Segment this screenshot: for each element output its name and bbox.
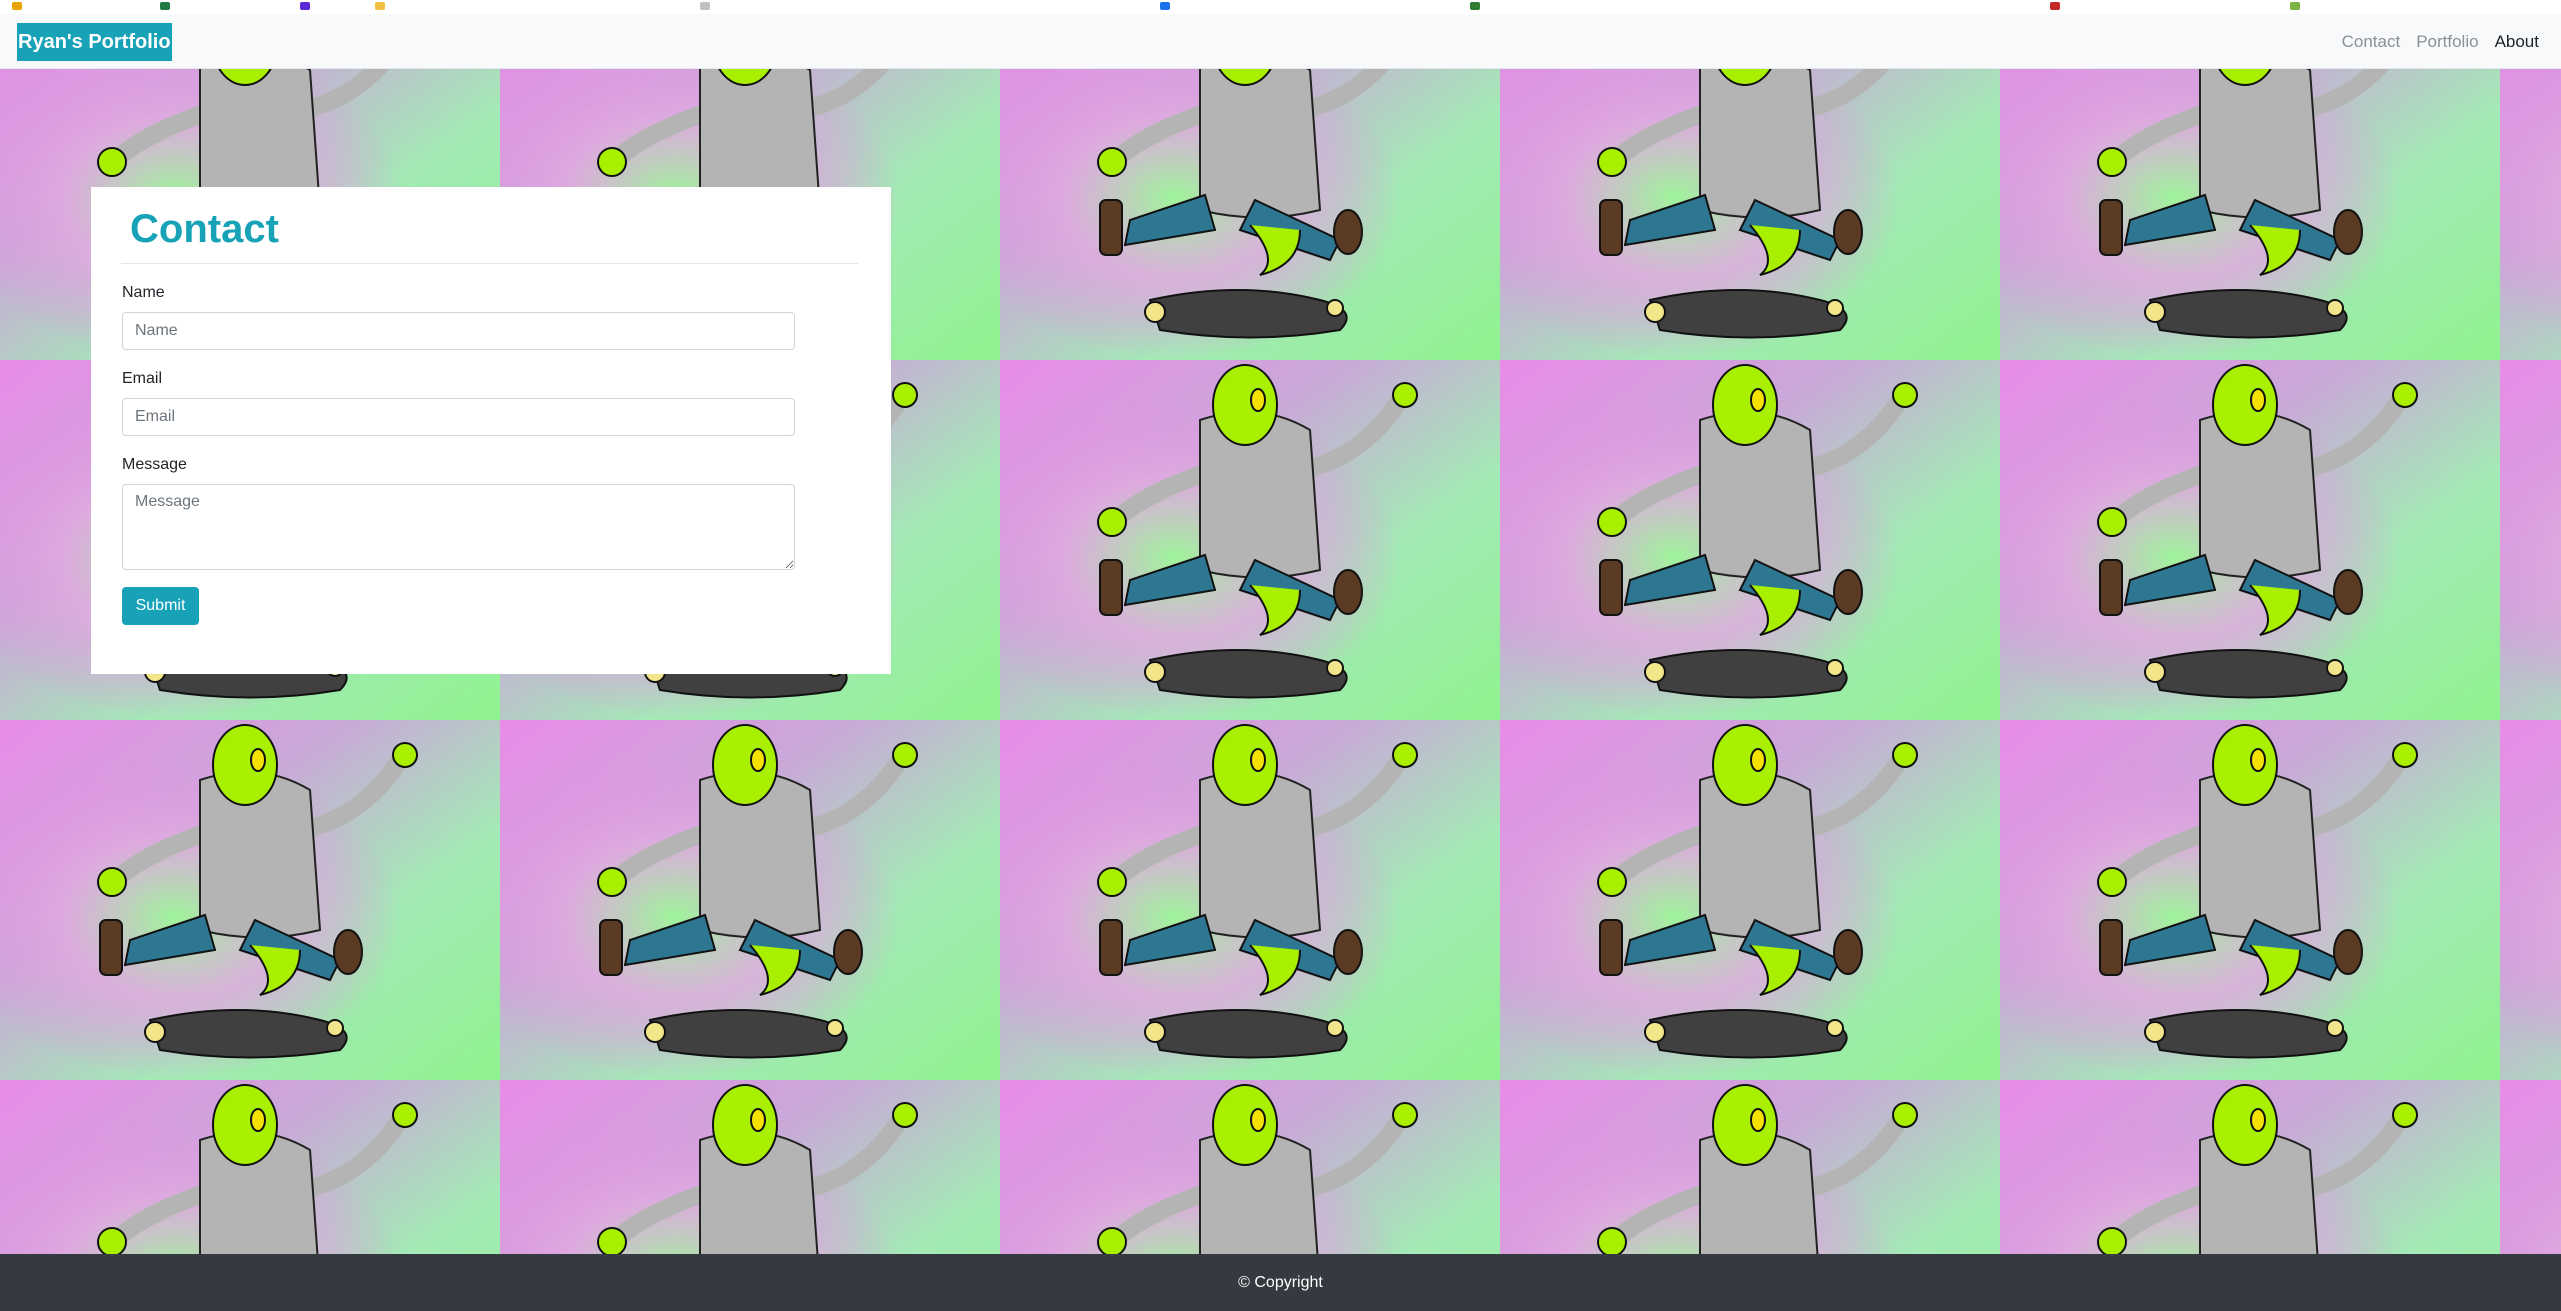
email-label: Email [122, 370, 163, 387]
bookmark-icon[interactable] [1470, 2, 1480, 10]
email-input[interactable] [122, 398, 795, 436]
bookmark-icon[interactable] [375, 2, 385, 10]
bookmark-icon[interactable] [12, 2, 22, 10]
nav-link-about[interactable]: About [2495, 32, 2539, 52]
navbar-brand[interactable]: Ryan's Portfolio [17, 23, 172, 61]
bookmark-icon[interactable] [160, 2, 170, 10]
message-label: Message [122, 456, 187, 473]
contact-card: Contact Name Email Message Submit [91, 187, 891, 674]
bookmark-icon[interactable] [2290, 2, 2300, 10]
bookmark-icon[interactable] [300, 2, 310, 10]
title-divider [121, 263, 858, 264]
navbar: Ryan's Portfolio Contact Portfolio About [0, 14, 2561, 69]
submit-button[interactable]: Submit [122, 587, 199, 625]
message-textarea[interactable] [122, 484, 795, 570]
bookmark-icon[interactable] [700, 2, 710, 10]
bookmarks-bar [0, 0, 2561, 15]
nav-link-portfolio[interactable]: Portfolio [2416, 32, 2478, 52]
name-input[interactable] [122, 312, 795, 350]
copyright-text: © Copyright [1238, 1273, 1323, 1291]
bookmark-icon[interactable] [2050, 2, 2060, 10]
contact-title: Contact [130, 207, 279, 251]
bookmark-icon[interactable] [1160, 2, 1170, 10]
nav-link-contact[interactable]: Contact [2342, 32, 2401, 52]
navbar-links: Contact Portfolio About [2326, 14, 2539, 69]
background-pattern: Contact Name Email Message Submit [0, 69, 2561, 1254]
footer: © Copyright [0, 1254, 2561, 1311]
name-label: Name [122, 284, 165, 301]
